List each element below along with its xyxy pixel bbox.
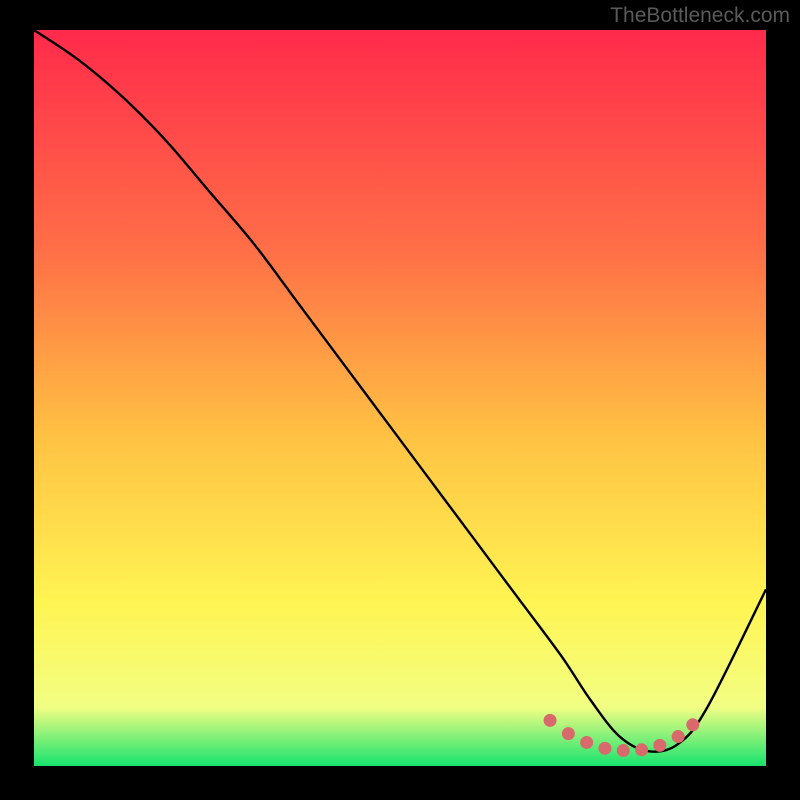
bottleneck-chart [0, 0, 800, 800]
watermark-label: TheBottleneck.com [610, 4, 790, 28]
marker-dot [544, 714, 557, 727]
marker-dot [653, 739, 666, 752]
marker-dot [562, 727, 575, 740]
chart-container: TheBottleneck.com [0, 0, 800, 800]
marker-dot [672, 730, 685, 743]
marker-dot [686, 718, 699, 731]
marker-dot [598, 742, 611, 755]
marker-dot [617, 744, 630, 757]
plot-background [34, 30, 766, 766]
marker-dot [580, 736, 593, 749]
marker-dot [635, 743, 648, 756]
